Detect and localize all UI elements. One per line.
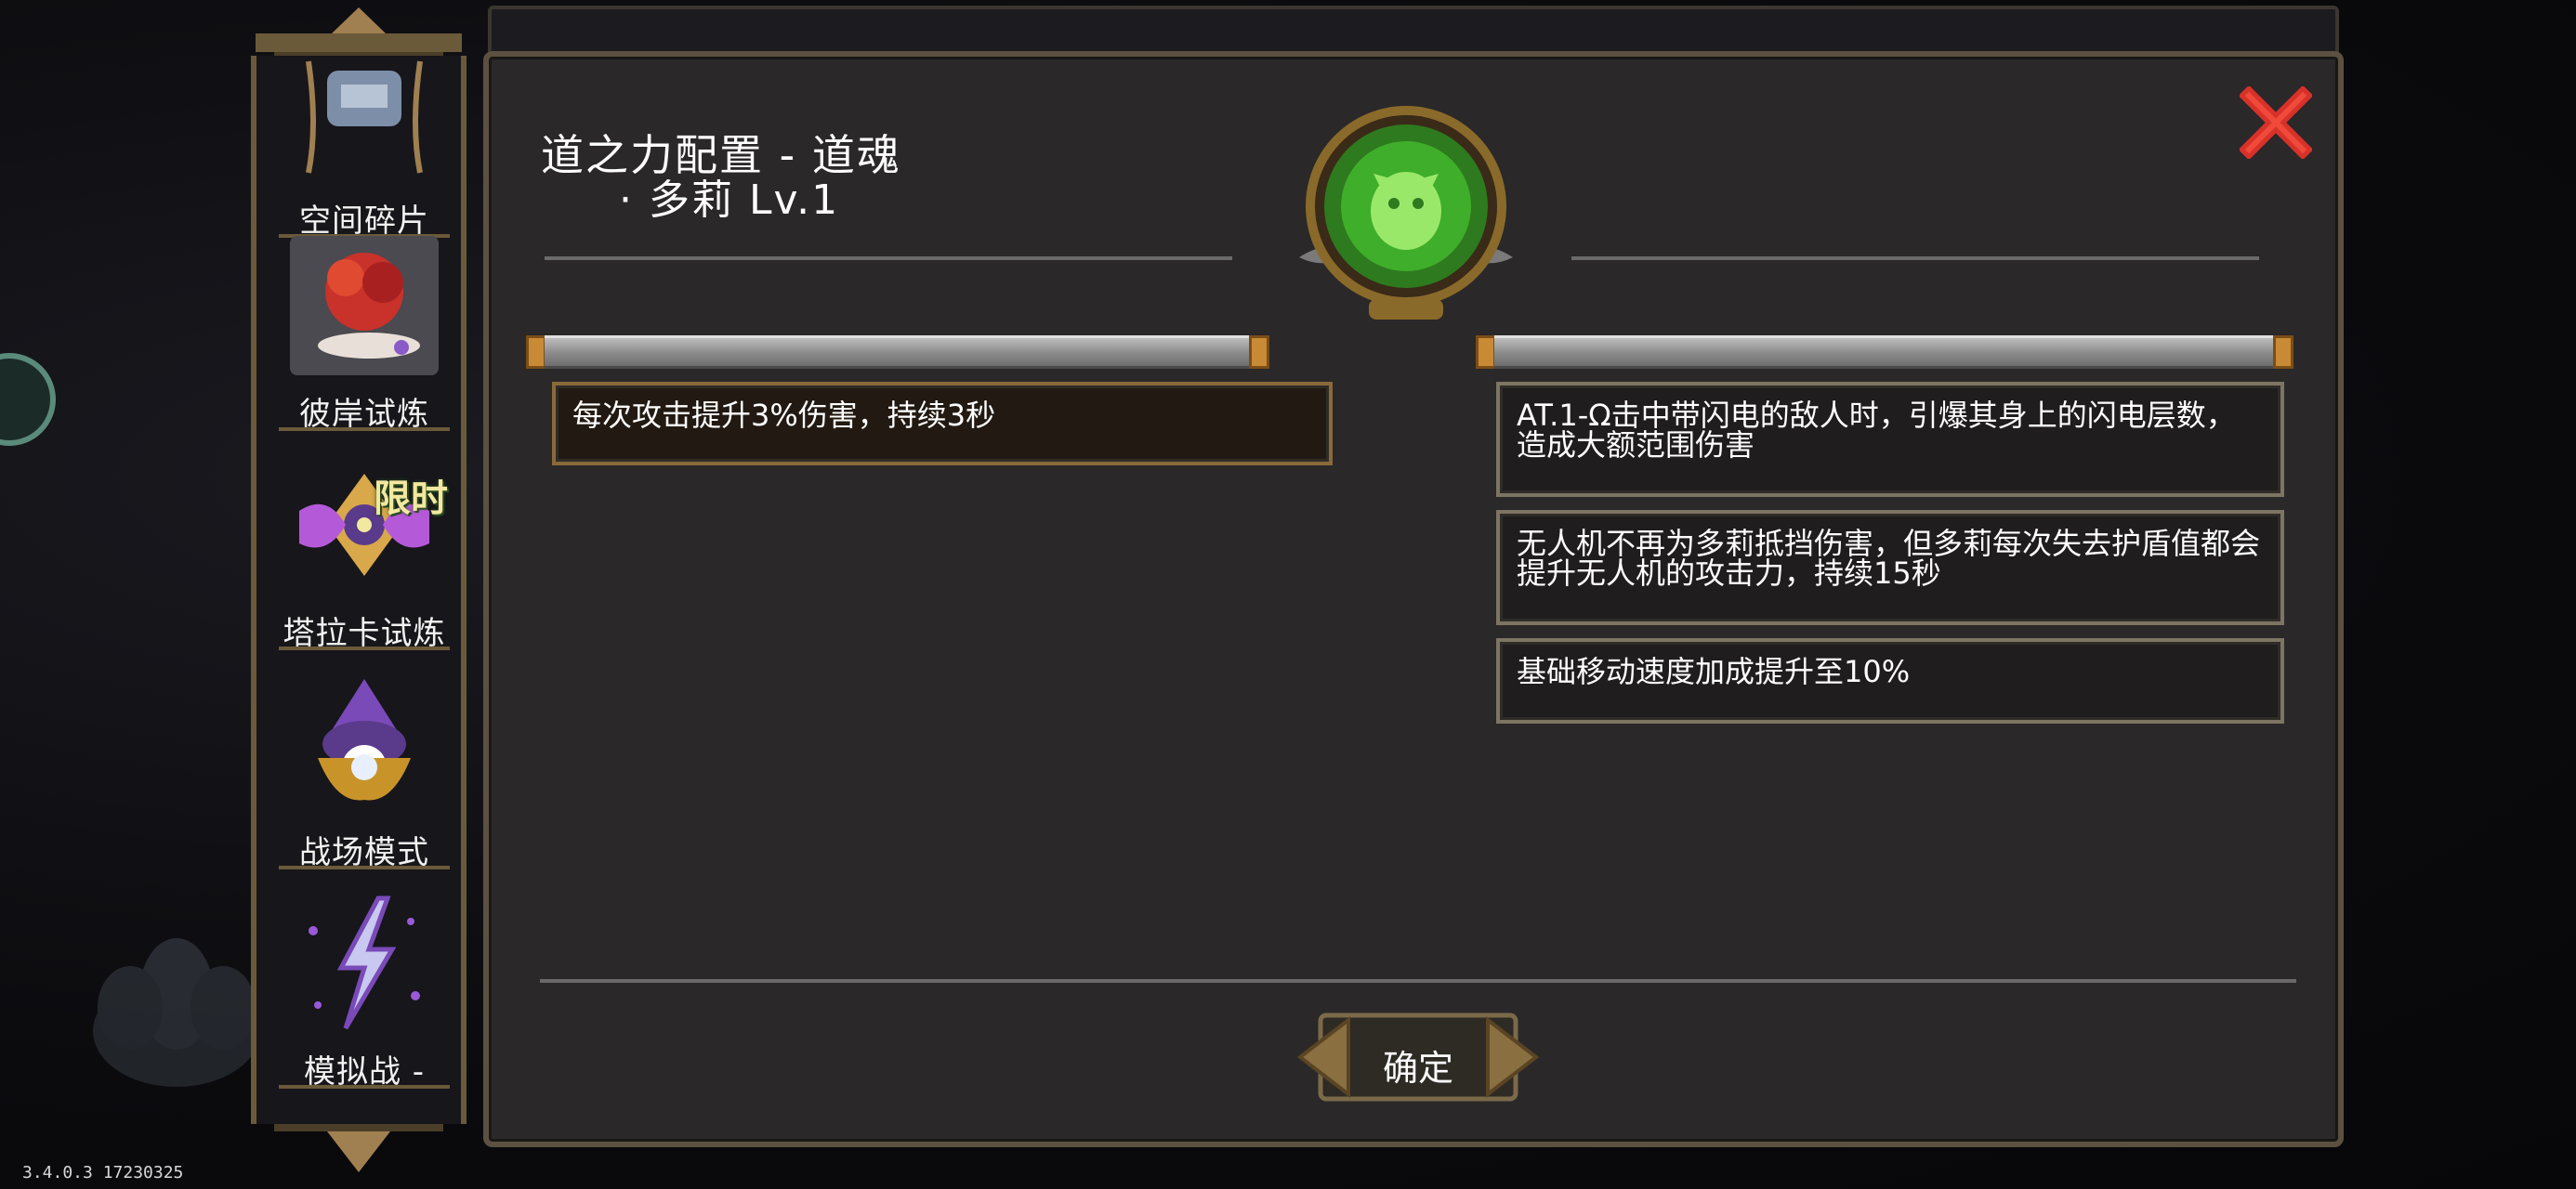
- rod-cap: [1476, 335, 1496, 369]
- effect-text: 无人机不再为多莉抵挡伤害，但多莉每次失去护盾值都会提升无人机的攻击力，持续15秒: [1517, 526, 2261, 591]
- dialog-subtitle: · 多莉 Lv.1: [619, 176, 840, 224]
- divider: [279, 427, 450, 431]
- right-scroll-rod: [1494, 335, 2275, 369]
- effect-card-right: 无人机不再为多莉抵挡伤害，但多莉每次失去护盾值都会提升无人机的攻击力，持续15秒: [1496, 510, 2284, 625]
- effect-card-right: AT.1-Ω击中带闪电的敌人时，引爆其身上的闪电层数，造成大额范围伤害: [1496, 382, 2284, 497]
- divider: [279, 866, 450, 869]
- close-icon[interactable]: [2240, 86, 2312, 159]
- header-divider-right: [1571, 256, 2259, 260]
- footer-divider: [540, 979, 2296, 983]
- limited-time-tag: 限时: [374, 477, 448, 520]
- sidebar-item-simulation-battle[interactable]: 模拟战 -: [275, 888, 453, 1092]
- divider: [279, 1085, 450, 1089]
- red-flower-creature-icon: [290, 236, 439, 375]
- divider: [279, 647, 450, 650]
- effect-text: 每次攻击提升3%伤害，持续3秒: [572, 398, 996, 433]
- game-screen: 空间碎片 彼岸试炼 限时 塔拉卡试炼 战场模式 模拟战 - 道之力配置 - 道魂…: [0, 0, 2576, 1189]
- effect-text: AT.1-Ω击中带闪电的敌人时，引爆其身上的闪电层数，造成大额范围伤害: [1517, 398, 2236, 463]
- side-badge-icon[interactable]: [0, 353, 56, 446]
- version-label: 3.4.0.3 17230325: [22, 1163, 184, 1182]
- dao-power-config-dialog: 道之力配置 - 道魂 · 多莉 Lv.1 每次攻击提升3%伤害，持续3秒 AT.…: [483, 51, 2344, 1147]
- sidebar-item-battlefield-mode[interactable]: 战场模式: [275, 669, 453, 873]
- rod-cap: [2273, 335, 2293, 369]
- mode-sidebar[interactable]: 空间碎片 彼岸试炼 限时 塔拉卡试炼 战场模式 模拟战 -: [251, 56, 467, 1124]
- wizard-crystal-ball-icon: [318, 679, 411, 801]
- left-scroll-rod: [545, 335, 1251, 369]
- sidebar-item-taraka-trial[interactable]: 限时 塔拉卡试炼: [275, 450, 453, 654]
- effect-card-right: 基础移动速度加成提升至10%: [1496, 638, 2284, 724]
- lightning-bolt-icon: [309, 895, 420, 1030]
- effect-text: 基础移动速度加成提升至10%: [1517, 654, 1911, 689]
- sidebar-item-space-fragments[interactable]: 空间碎片: [275, 37, 453, 242]
- rod-cap: [1249, 335, 1269, 369]
- lotus-ornament-icon: [93, 938, 260, 1087]
- dolly-soul-emblem-icon: [1299, 106, 1513, 320]
- sidebar-item-other-shore-trial[interactable]: 彼岸试炼: [275, 230, 453, 435]
- confirm-button[interactable]: 确定: [1293, 1006, 1544, 1108]
- space-fragment-icon: [306, 60, 423, 174]
- rod-cap: [526, 335, 546, 369]
- header-divider-left: [545, 256, 1232, 260]
- confirm-button-label: 确定: [1382, 1048, 1453, 1089]
- effect-card-left: 每次攻击提升3%伤害，持续3秒: [552, 382, 1333, 465]
